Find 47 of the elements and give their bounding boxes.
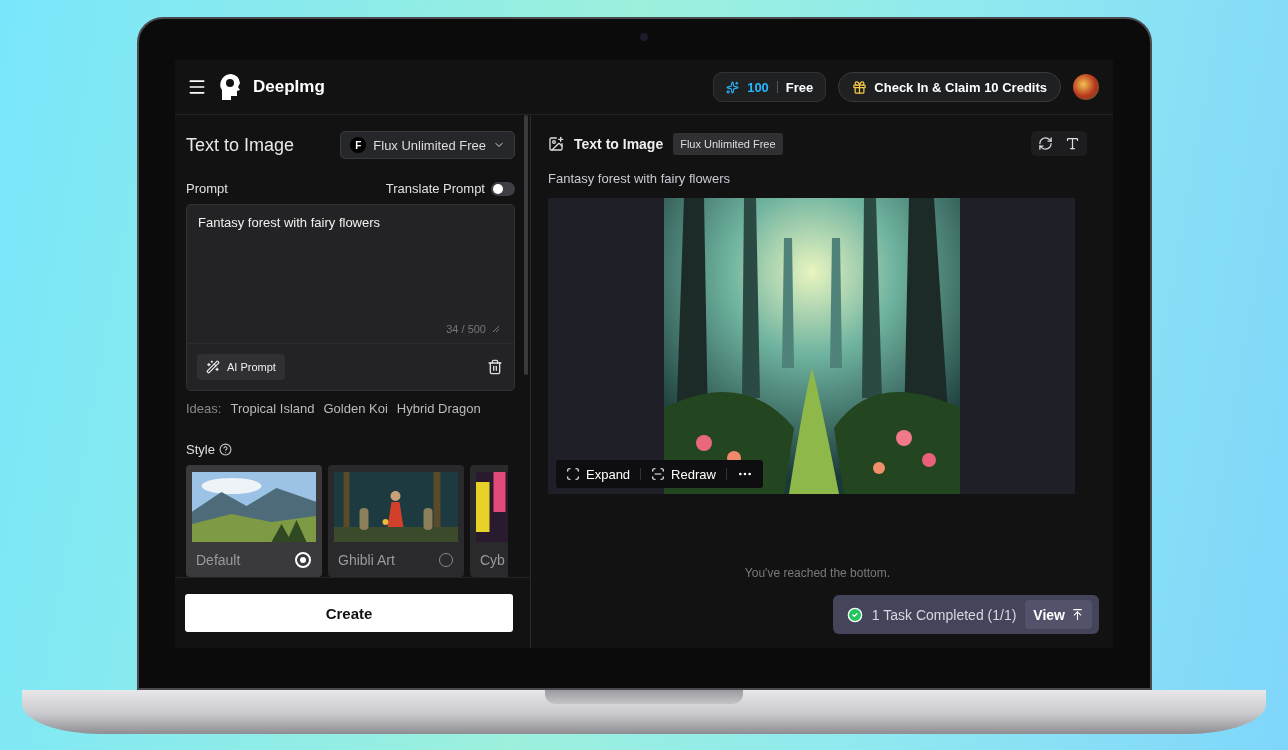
prompt-field[interactable]: Fantasy forest with fairy flowers 34 / 500 AI Prompt xyxy=(186,204,515,391)
model-icon: F xyxy=(350,137,367,153)
camera-icon xyxy=(640,33,648,41)
image-icon xyxy=(548,135,564,152)
expand-icon xyxy=(566,467,580,481)
ideas-label: Ideas: xyxy=(186,401,222,416)
refresh-icon[interactable] xyxy=(1038,136,1053,151)
create-button[interactable]: Create xyxy=(185,594,513,632)
credits-badge[interactable]: 100 Free xyxy=(713,72,827,102)
idea-link[interactable]: Tropical Island xyxy=(230,401,315,416)
text-icon[interactable] xyxy=(1065,136,1080,151)
end-note: You've reached the bottom. xyxy=(744,566,891,580)
task-toast: 1 Task Completed (1/1) View xyxy=(832,595,1099,634)
arrow-up-icon xyxy=(1071,608,1084,621)
style-card[interactable]: Default xyxy=(186,465,322,577)
style-card[interactable]: Ghibli Art xyxy=(328,465,464,577)
help-icon xyxy=(218,443,232,456)
magic-wand-icon xyxy=(206,360,220,374)
sparkle-icon xyxy=(726,80,740,94)
gift-icon xyxy=(852,79,868,95)
prompt-label: Prompt xyxy=(186,181,228,196)
logo-icon xyxy=(219,74,241,100)
result-title: Text to Image xyxy=(574,135,664,152)
check-icon xyxy=(846,606,863,623)
brand-name: DeepImg xyxy=(253,77,325,97)
ai-prompt-button[interactable]: AI Prompt xyxy=(197,354,285,380)
idea-link[interactable]: Hybrid Dragon xyxy=(396,401,481,416)
translate-label: Translate Prompt xyxy=(385,181,485,196)
view-button[interactable]: View xyxy=(1025,600,1092,629)
check-in-button[interactable]: Check In & Claim 10 Credits xyxy=(838,72,1061,102)
trash-icon[interactable] xyxy=(487,359,503,375)
char-counter: 34 / 500 xyxy=(446,323,486,335)
style-label: Style xyxy=(186,442,215,457)
redraw-button[interactable]: Redraw xyxy=(651,466,716,482)
menu-icon[interactable] xyxy=(187,77,207,97)
avatar[interactable] xyxy=(1073,74,1099,100)
model-tag: Flux Unlimited Free xyxy=(673,132,783,155)
translate-toggle[interactable] xyxy=(491,181,515,196)
style-card[interactable]: Cyb xyxy=(470,465,508,577)
resize-icon xyxy=(492,325,500,333)
model-select[interactable]: F Flux Unlimited Free xyxy=(340,131,515,159)
idea-link[interactable]: Golden Koi xyxy=(323,401,388,416)
redraw-icon xyxy=(651,467,666,481)
panel-title: Text to Image xyxy=(186,134,295,156)
expand-button[interactable]: Expand xyxy=(566,466,631,482)
scrollbar[interactable] xyxy=(524,115,528,375)
result-prompt: Fantasy forest with fairy flowers xyxy=(548,171,732,186)
